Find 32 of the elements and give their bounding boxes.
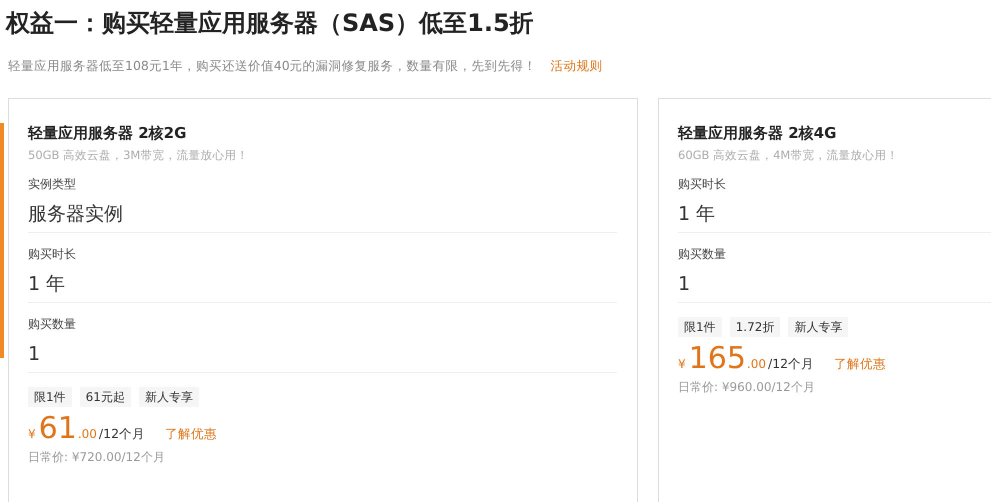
field-label: 购买数量 xyxy=(678,246,727,263)
field-label: 购买数量 xyxy=(28,316,77,333)
field-value[interactable]: 1 xyxy=(28,339,617,369)
price-period: /12个月 xyxy=(768,356,814,373)
currency-symbol: ¥ xyxy=(28,427,36,441)
field-label: 实例类型 xyxy=(28,176,77,193)
field-value[interactable]: 1 年 xyxy=(678,199,991,229)
currency-symbol: ¥ xyxy=(678,357,686,371)
field-value[interactable]: 1 xyxy=(678,269,991,299)
product-name: 轻量应用服务器 2核4G xyxy=(678,123,838,143)
regular-price: 日常价: ¥960.00/12个月 xyxy=(678,379,816,396)
promo-tag: 新人专享 xyxy=(788,317,848,337)
price-decimals: .00 xyxy=(746,357,766,371)
promo-tag: 新人专享 xyxy=(138,387,199,407)
price-period: /12个月 xyxy=(98,426,146,443)
price: 165 xyxy=(688,341,746,377)
field-value[interactable]: 1 年 xyxy=(28,269,617,299)
promo-tag: 限1件 xyxy=(678,317,722,337)
price: 61 xyxy=(38,411,77,447)
section-title: 权益一：购买轻量应用服务器（SAS）低至1.5折 xyxy=(4,8,535,39)
promo-tag: 1.72折 xyxy=(730,317,780,337)
product-description: 60GB 高效云盘，4M带宽，流量放心用！ xyxy=(678,147,900,163)
regular-price: 日常价: ¥720.00/12个月 xyxy=(28,449,166,466)
price-decimals: .00 xyxy=(78,427,97,441)
promo-tag: 61元起 xyxy=(80,387,131,407)
intro-text: 轻量应用服务器低至108元1年，购买还送价值40元的漏洞修复服务，数量有限，先到先得！ xyxy=(8,58,537,74)
field-value[interactable]: 服务器实例 xyxy=(28,199,617,229)
product-description: 50GB 高效云盘，3M带宽，流量放心用！ xyxy=(28,147,250,163)
field-label: 购买时长 xyxy=(678,176,727,193)
product-name: 轻量应用服务器 2核2G xyxy=(28,123,188,143)
promo-tag: 限1件 xyxy=(28,387,72,407)
field-label: 购买时长 xyxy=(28,246,77,263)
